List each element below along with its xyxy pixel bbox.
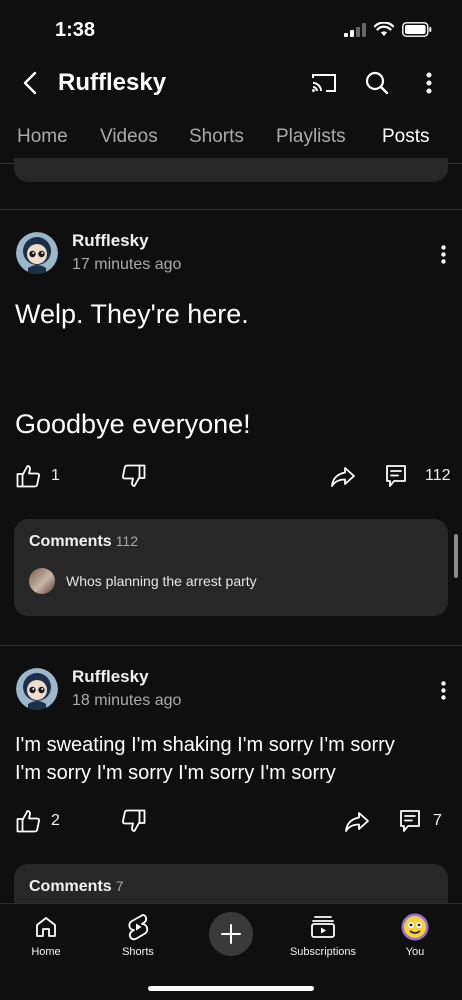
- wifi-icon: [374, 22, 394, 36]
- back-arrow-icon: [23, 71, 37, 95]
- home-icon: [36, 917, 56, 937]
- nav-you[interactable]: You: [370, 910, 460, 958]
- nav-shorts[interactable]: Shorts: [93, 910, 183, 958]
- dislike-button[interactable]: [121, 464, 146, 488]
- status-time: 1:38: [55, 19, 96, 41]
- comments-total: 7: [115, 878, 124, 894]
- like-count: 2: [51, 812, 60, 829]
- channel-avatar[interactable]: [16, 668, 58, 710]
- comments-heading: Comments 7: [29, 878, 123, 896]
- signal-icon: [344, 22, 366, 37]
- like-button[interactable]: 2: [16, 809, 60, 833]
- more-vertical-icon: [440, 680, 446, 700]
- battery-icon: [402, 22, 432, 37]
- comments-button[interactable]: 7: [399, 809, 442, 833]
- share-button[interactable]: [344, 811, 370, 833]
- channel-title: Rufflesky: [58, 69, 167, 96]
- tab-posts[interactable]: Posts: [382, 126, 430, 148]
- nav-label: Subscriptions: [289, 946, 357, 958]
- dislike-button[interactable]: [121, 809, 146, 833]
- tab-videos[interactable]: Videos: [100, 126, 158, 148]
- thumbs-down-icon: [122, 464, 146, 487]
- post-author[interactable]: Rufflesky: [72, 667, 149, 687]
- more-vertical-icon: [440, 244, 446, 264]
- back-button[interactable]: [16, 68, 44, 98]
- post-text-line: Welp. They're here.: [15, 299, 249, 329]
- comment-icon: [386, 465, 406, 487]
- scrollbar[interactable]: [454, 534, 458, 578]
- share-icon: [331, 467, 355, 487]
- comment-icon: [400, 810, 420, 832]
- tab-home[interactable]: Home: [17, 126, 68, 148]
- post-author[interactable]: Rufflesky: [72, 231, 149, 251]
- post-divider: [0, 209, 462, 210]
- channel-tabs: Home Videos Shorts Playlists Posts: [0, 112, 462, 164]
- post-text-line: I'm sweating I'm shaking I'm sorry I'm s…: [15, 734, 395, 756]
- search-button[interactable]: [362, 68, 392, 98]
- comments-label: Comments: [29, 878, 112, 895]
- nav-label: You: [405, 946, 425, 958]
- you-avatar: [401, 913, 429, 941]
- thumbs-up-icon: [16, 810, 40, 833]
- plus-icon: [221, 924, 241, 944]
- previous-comments-box[interactable]: [14, 158, 448, 182]
- post-divider: [0, 645, 462, 646]
- post-menu-button[interactable]: [432, 676, 454, 704]
- tab-shorts[interactable]: Shorts: [189, 126, 244, 148]
- post-timestamp: 18 minutes ago: [72, 692, 182, 709]
- more-vertical-icon: [426, 72, 432, 94]
- nav-label: Home: [31, 946, 61, 958]
- nav-label: Shorts: [122, 946, 154, 958]
- comments-preview[interactable]: Comments 112 Whos planning the arrest par…: [14, 519, 448, 616]
- home-indicator: [148, 986, 314, 991]
- like-count: 1: [51, 467, 60, 484]
- cast-icon: [312, 74, 336, 92]
- bottom-navigation: Home Shorts Subscriptions You: [0, 903, 462, 1000]
- nav-home[interactable]: Home: [1, 910, 91, 958]
- more-options-button[interactable]: [414, 68, 444, 98]
- share-icon: [345, 812, 369, 832]
- like-button[interactable]: 1: [16, 464, 60, 488]
- channel-header: Rufflesky: [0, 60, 462, 105]
- post-text-line: Goodbye everyone!: [15, 409, 251, 439]
- commenter-avatar: [29, 568, 55, 594]
- comments-label: Comments: [29, 533, 112, 550]
- comment-count: 7: [433, 812, 442, 829]
- thumbs-down-icon: [122, 809, 146, 832]
- status-bar: 1:38: [0, 0, 462, 60]
- comments-total: 112: [115, 533, 139, 549]
- top-comment-text: Whos planning the arrest party: [66, 573, 257, 589]
- post-timestamp: 17 minutes ago: [72, 256, 182, 273]
- post-text-line: I'm sorry I'm sorry I'm sorry I'm sorry: [15, 762, 336, 784]
- tab-playlists[interactable]: Playlists: [276, 126, 346, 148]
- comments-heading: Comments 112: [29, 533, 138, 551]
- cast-button[interactable]: [309, 68, 339, 98]
- thumbs-up-icon: [16, 465, 40, 488]
- subscriptions-icon: [311, 916, 335, 938]
- post-menu-button[interactable]: [432, 240, 454, 268]
- comment-count: 112: [425, 467, 451, 484]
- search-icon: [365, 71, 389, 95]
- shorts-icon: [128, 914, 149, 941]
- share-button[interactable]: [330, 466, 356, 488]
- channel-avatar[interactable]: [16, 232, 58, 274]
- nav-subscriptions[interactable]: Subscriptions: [278, 910, 368, 958]
- status-icons: [344, 22, 432, 37]
- comments-button[interactable]: 112: [385, 464, 451, 488]
- create-button[interactable]: [209, 912, 253, 956]
